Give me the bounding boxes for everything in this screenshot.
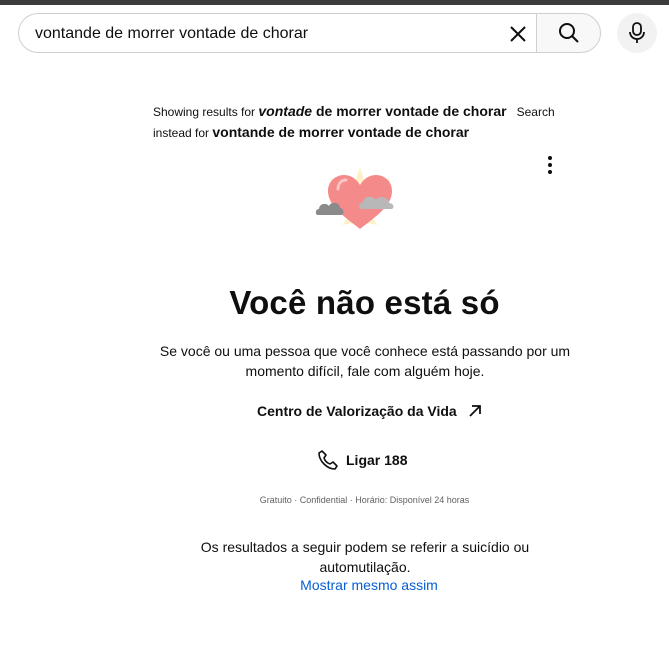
show-anyway-link[interactable]: Mostrar mesmo assim: [0, 577, 669, 593]
clear-search-button[interactable]: [505, 21, 531, 47]
more-vert-icon: [548, 156, 552, 160]
more-vert-icon-dot: [548, 170, 552, 174]
voice-search-button[interactable]: [617, 13, 657, 53]
original-query-link[interactable]: vontande de morrer vontade de chorar: [212, 124, 469, 140]
crisis-org-link[interactable]: Centro de Valorização da Vida: [257, 401, 483, 421]
showing-results-label: Showing results for: [153, 105, 259, 119]
call-label: Ligar 188: [346, 452, 408, 468]
crisis-org-label: Centro de Valorização da Vida: [257, 403, 457, 419]
corrected-word: vontade: [258, 103, 313, 119]
close-icon: [510, 26, 526, 42]
corrected-query-link[interactable]: vontade de morrer vontade de chorar: [258, 103, 506, 119]
corrected-rest: de morrer vontade de chorar: [312, 103, 507, 119]
search-input[interactable]: [35, 23, 495, 45]
spelling-correction: Showing results for vontade de morrer vo…: [153, 101, 563, 143]
call-hotline-button[interactable]: Ligar 188: [317, 448, 407, 472]
search-icon: [559, 23, 579, 43]
top-bar: [0, 0, 669, 5]
phone-icon: [318, 450, 338, 470]
search-box: [18, 13, 537, 53]
more-vert-icon-dot: [548, 163, 552, 167]
availability-note: Gratuito · Confidential · Horário: Dispo…: [259, 495, 470, 505]
crisis-title: Você não está só: [229, 284, 500, 321]
heart-with-clouds-icon: [315, 167, 394, 229]
sensitive-results-warning: Os resultados a seguir podem se referir …: [200, 539, 530, 575]
external-link-icon: [469, 405, 481, 417]
crisis-message: Se você ou uma pessoa que você conhece e…: [159, 343, 571, 379]
search-button[interactable]: [536, 13, 601, 53]
more-options-button[interactable]: [536, 152, 564, 180]
microphone-icon: [629, 22, 645, 43]
search-bar: [18, 13, 601, 53]
